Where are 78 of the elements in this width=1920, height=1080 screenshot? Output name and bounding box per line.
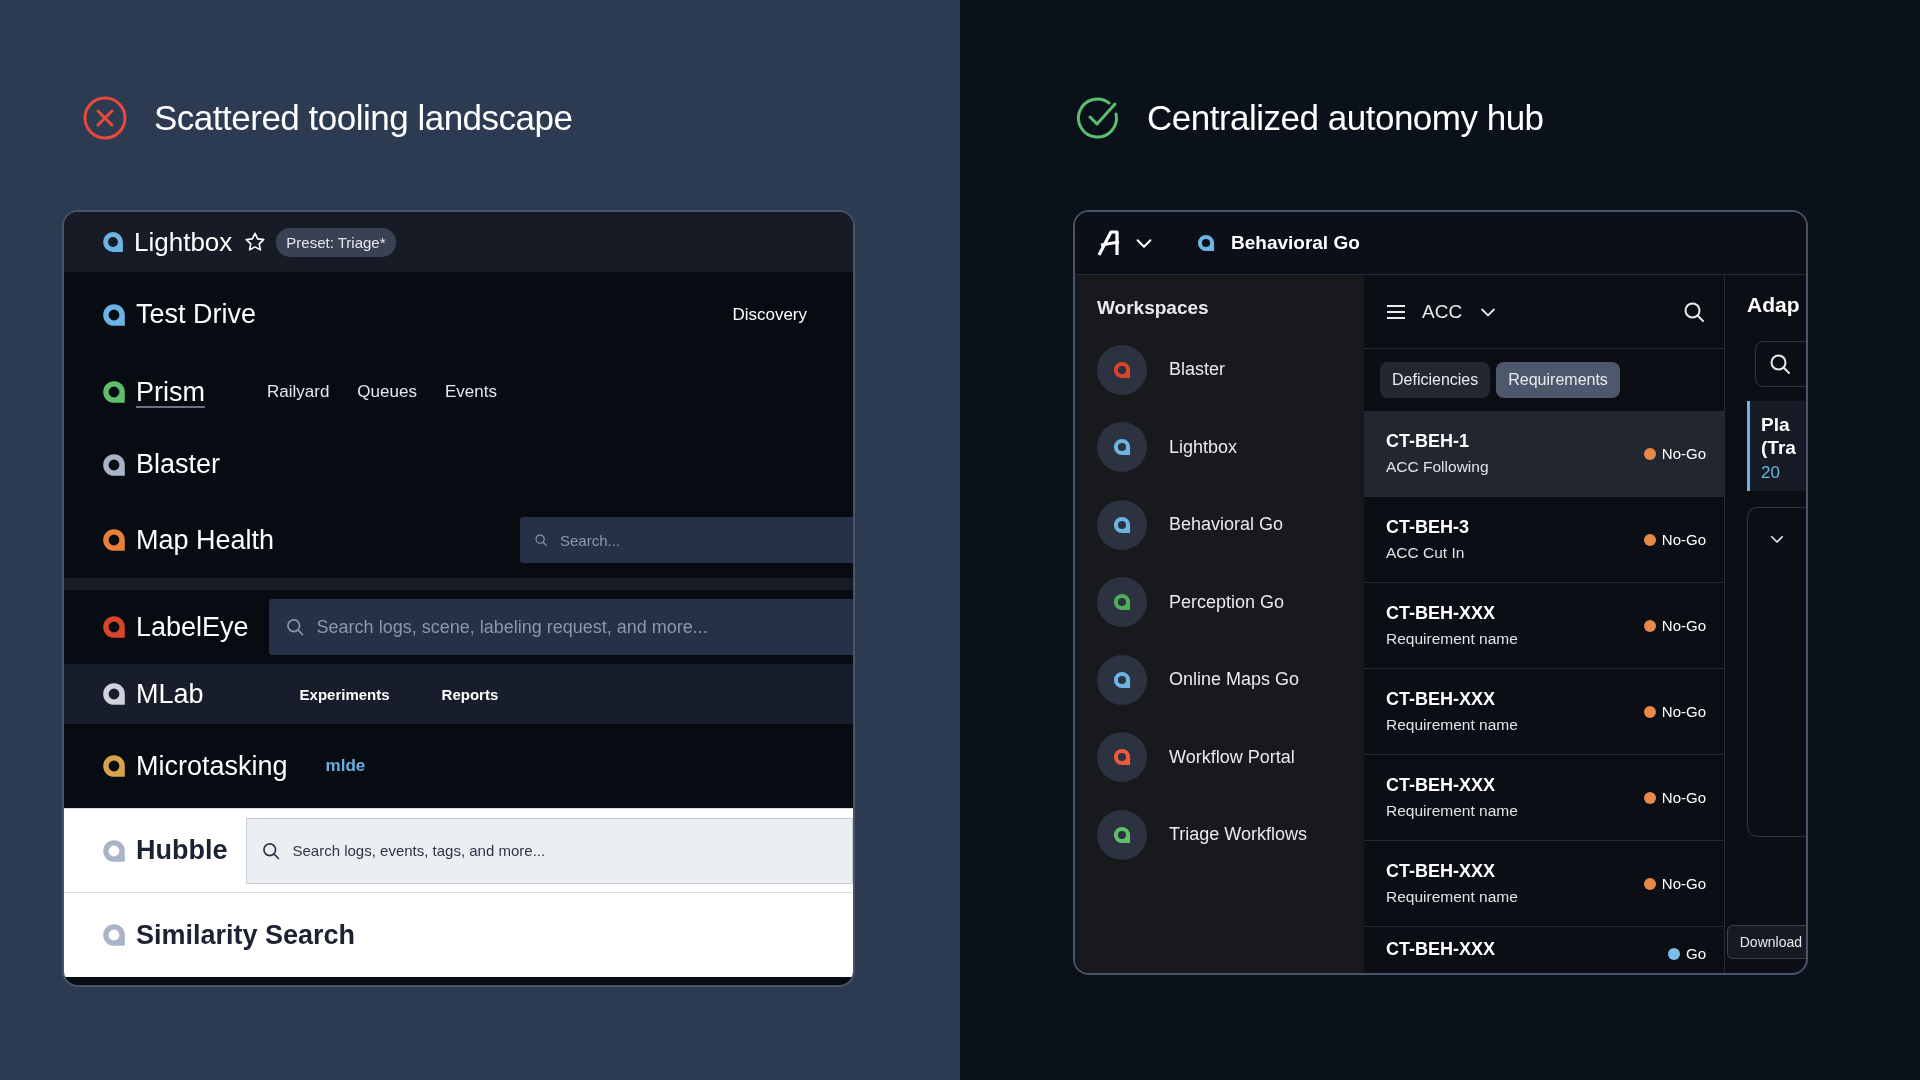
search-field[interactable]: Search logs, scene, labeling request, and more...	[268, 599, 853, 655]
workspace-avatar[interactable]	[1097, 654, 1147, 705]
error-icon	[82, 95, 128, 141]
nav-link[interactable]: Discovery	[732, 304, 807, 324]
nav-link[interactable]: Railyard	[267, 382, 330, 402]
status-label: No-Go	[1661, 875, 1706, 892]
tab[interactable]: Requirements	[1496, 362, 1620, 398]
app-name[interactable]: Lightbox	[134, 226, 233, 258]
requirement-row[interactable]: CT-BEH-1 ACC Following No-Go	[1364, 411, 1724, 497]
link[interactable]: mlde	[325, 756, 366, 776]
filter-dropdown[interactable]: ACC	[1422, 300, 1463, 323]
workspace-avatar[interactable]	[1097, 344, 1147, 395]
workspace-item[interactable]: Triage Workflows	[1169, 824, 1308, 846]
requirement-id: CT-BEH-XXX	[1386, 603, 1496, 624]
search-icon	[1768, 352, 1792, 376]
app-name[interactable]: Blaster	[136, 449, 221, 480]
nav-link[interactable]: Queues	[357, 382, 417, 402]
search-icon	[260, 840, 281, 861]
app-name[interactable]: Hubble	[136, 835, 228, 866]
app-name[interactable]: Similarity Search	[136, 919, 356, 951]
workspace-item[interactable]: Blaster	[1169, 359, 1226, 381]
plan-card[interactable]: Pla (Tra 20	[1747, 401, 1806, 491]
app-name[interactable]: Test Drive	[136, 299, 257, 330]
nav-link[interactable]: Reports	[441, 685, 499, 703]
status-label: No-Go	[1661, 789, 1706, 806]
requirement-id: CT-BEH-XXX	[1386, 689, 1496, 710]
workspace-item[interactable]: Perception Go	[1169, 591, 1285, 613]
card-title: (Tra	[1761, 436, 1797, 459]
requirement-name: ACC Following	[1386, 458, 1490, 476]
requirement-id: CT-BEH-3	[1386, 517, 1470, 538]
search-icon	[284, 617, 305, 637]
workspace-item[interactable]: Workflow Portal	[1169, 746, 1295, 768]
star-icon[interactable]	[244, 231, 267, 253]
menu-icon[interactable]	[1386, 303, 1406, 320]
search-field[interactable]: Search logs, events, tags, and more...	[245, 817, 853, 884]
search-button[interactable]	[1755, 341, 1806, 387]
workspace-avatar[interactable]	[1097, 422, 1147, 473]
nav-link[interactable]: Experiments	[299, 685, 390, 703]
requirement-name: Requirement name	[1386, 630, 1519, 648]
requirement-id: CT-BEH-XXX	[1386, 861, 1496, 882]
card-count: 20	[1761, 463, 1781, 483]
status-label: Go	[1686, 945, 1706, 962]
nav-link[interactable]: Events	[444, 382, 497, 402]
status-label: No-Go	[1661, 703, 1706, 720]
workspace-item[interactable]: Behavioral Go	[1169, 514, 1284, 536]
search-icon	[534, 533, 548, 547]
workspace-avatar[interactable]	[1097, 809, 1147, 860]
workspace-avatar[interactable]	[1097, 499, 1147, 550]
sidebar-title: Workspaces	[1097, 297, 1210, 319]
status-label: No-Go	[1661, 617, 1706, 634]
section-heading: Centralized autonomy hub	[1147, 98, 1544, 138]
app-name[interactable]: MLab	[136, 678, 204, 710]
requirement-name: Requirement name	[1386, 888, 1519, 906]
status-label: No-Go	[1661, 445, 1706, 462]
app-name[interactable]: Prism	[136, 376, 205, 408]
tab[interactable]: Deficiencies	[1380, 362, 1491, 398]
workspace-avatar[interactable]	[1097, 732, 1147, 783]
section-heading: Scattered tooling landscape	[154, 98, 573, 138]
requirement-name: Requirement name	[1386, 802, 1519, 820]
workspace-avatar[interactable]	[1097, 577, 1147, 628]
app-name[interactable]: LabelEye	[136, 611, 249, 643]
workspace-item[interactable]: Lightbox	[1169, 436, 1238, 458]
workspace-title[interactable]: Behavioral Go	[1231, 232, 1360, 254]
requirement-name: Requirement name	[1386, 716, 1519, 734]
tooltip: Download	[1726, 925, 1806, 959]
requirement-id: CT-BEH-XXX	[1386, 775, 1496, 796]
detail-title: Adap	[1747, 293, 1801, 318]
workspace-item[interactable]: Online Maps Go	[1169, 669, 1300, 691]
requirement-id: CT-BEH-XXX	[1386, 939, 1496, 960]
app-name[interactable]: Map Health	[136, 524, 275, 556]
card-title: Pla	[1761, 413, 1791, 436]
search-field[interactable]: Search...	[520, 517, 853, 563]
check-icon	[1075, 95, 1121, 141]
preset-badge[interactable]: Preset: Triage*	[276, 227, 396, 257]
status-label: No-Go	[1661, 531, 1706, 548]
requirement-name: ACC Cut In	[1386, 544, 1466, 562]
requirement-id: CT-BEH-1	[1386, 431, 1470, 452]
app-name[interactable]: Microtasking	[136, 750, 288, 782]
